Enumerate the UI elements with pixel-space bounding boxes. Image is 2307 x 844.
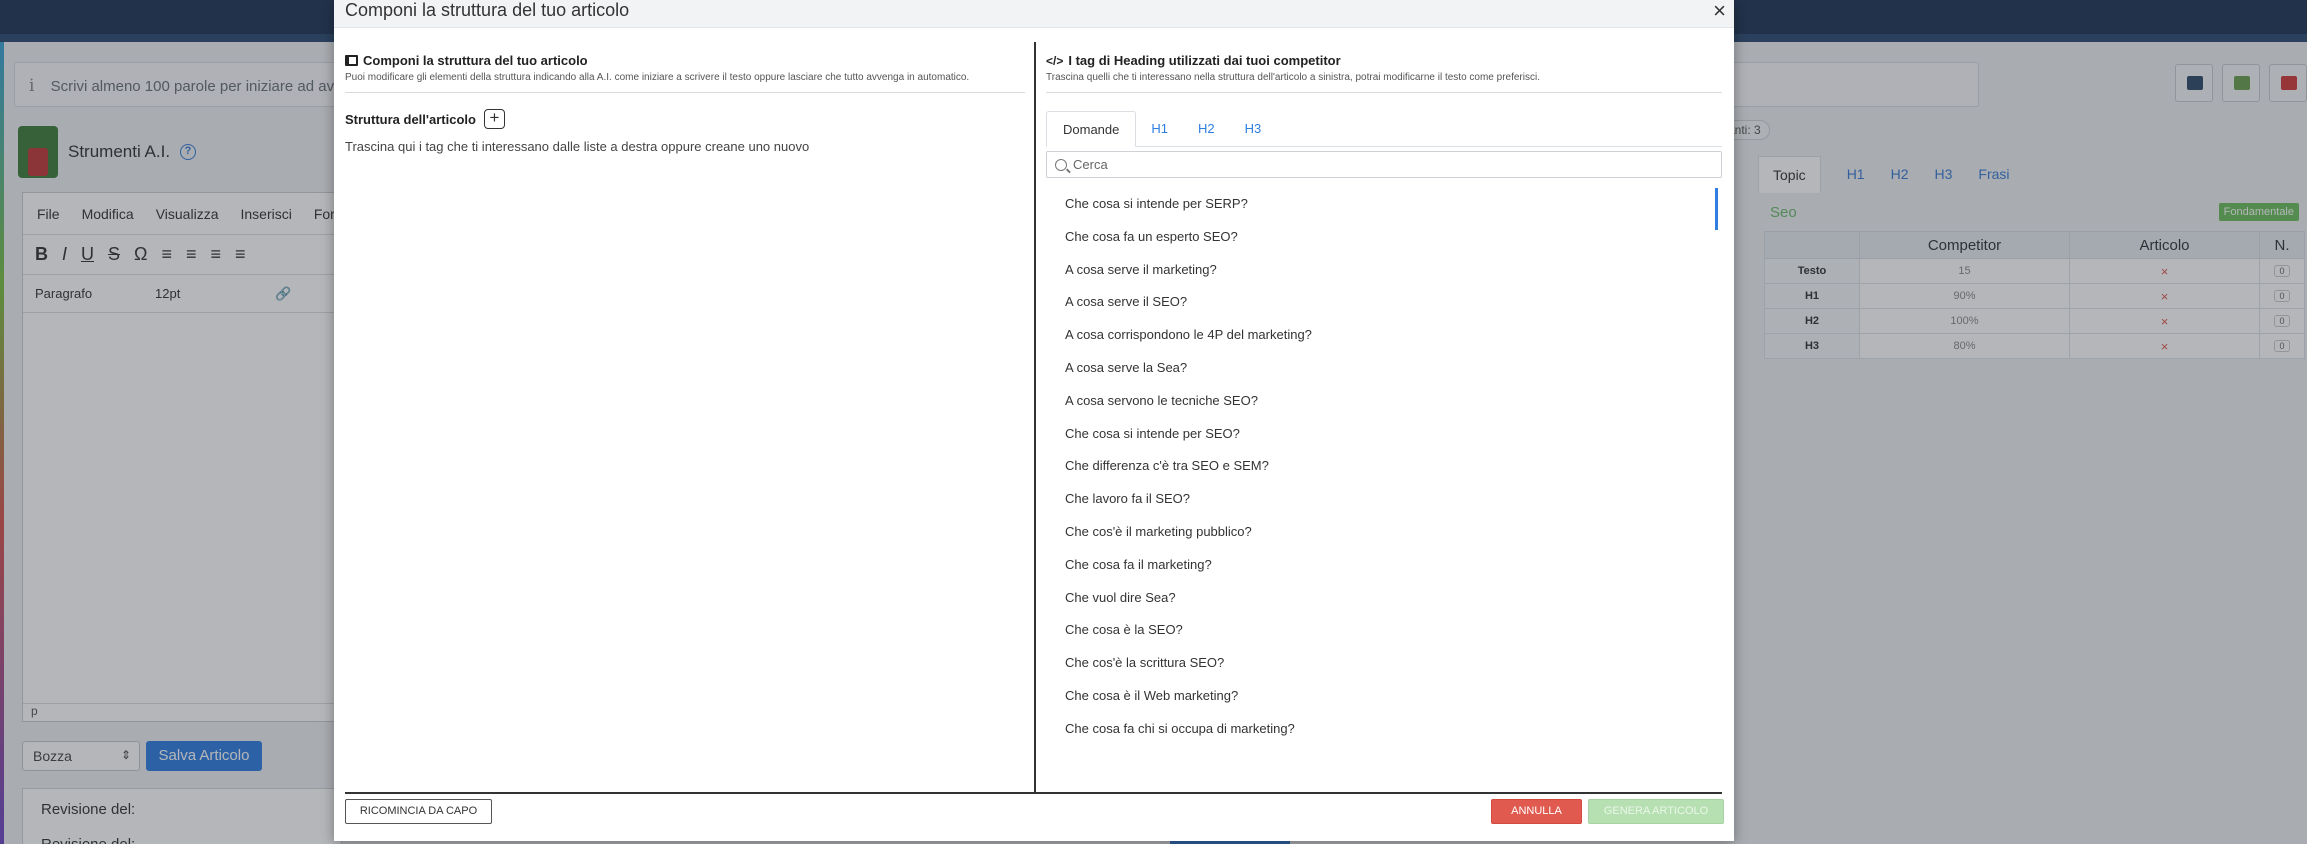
add-heading-button[interactable]: + [483, 109, 505, 129]
structure-subheading: Puoi modificare gli elementi della strut… [345, 72, 1025, 93]
tab-h1[interactable]: H1 [1136, 111, 1183, 146]
list-item[interactable]: Che cos'è il marketing pubblico? [1046, 516, 1722, 549]
list-item[interactable]: Che cosa si intende per SERP? [1046, 188, 1722, 221]
modal-header: Componi la struttura del tuo articolo × [334, 0, 1734, 28]
cancel-button[interactable]: ANNULLA [1491, 799, 1582, 824]
list-item[interactable]: Che cosa è il Web marketing? [1046, 680, 1722, 713]
tab-h2[interactable]: H2 [1183, 111, 1230, 146]
structure-heading: Componi la struttura del tuo articolo [345, 53, 1025, 68]
scrollbar-thumb[interactable] [1715, 188, 1718, 230]
competitor-heading-text: I tag di Heading utilizzati dai tuoi com… [1068, 53, 1341, 68]
drop-zone-hint[interactable]: Trascina qui i tag che ti interessano da… [345, 139, 1025, 154]
structure-icon [345, 55, 358, 66]
competitor-headings-column: </> I tag di Heading utilizzati dai tuoi… [1046, 53, 1722, 743]
list-item[interactable]: A cosa servono le tecniche SEO? [1046, 385, 1722, 418]
search-icon [1055, 158, 1067, 171]
list-item[interactable]: Che cos'è la scrittura SEO? [1046, 647, 1722, 680]
list-item[interactable]: A cosa serve la Sea? [1046, 352, 1722, 385]
structure-column: Componi la struttura del tuo articolo Pu… [345, 53, 1025, 154]
list-item[interactable]: Che vuol dire Sea? [1046, 582, 1722, 615]
code-icon: </> [1046, 53, 1064, 68]
search-input[interactable] [1073, 157, 1673, 172]
column-divider [1034, 42, 1036, 794]
list-item[interactable]: Che cosa fa il marketing? [1046, 549, 1722, 582]
list-item[interactable]: Che differenza c'è tra SEO e SEM? [1046, 450, 1722, 483]
footer-divider [345, 792, 1722, 794]
structure-heading-text: Componi la struttura del tuo articolo [363, 53, 588, 68]
list-item[interactable]: A cosa serve il SEO? [1046, 286, 1722, 319]
tab-domande[interactable]: Domande [1046, 111, 1137, 147]
modal-title: Componi la struttura del tuo articolo [345, 0, 630, 20]
search-box [1046, 151, 1722, 178]
tab-h3[interactable]: H3 [1230, 111, 1277, 146]
list-item[interactable]: A cosa corrispondono le 4P del marketing… [1046, 319, 1722, 352]
competitor-subheading: Trascina quelli che ti interessano nella… [1046, 72, 1722, 93]
list-item[interactable]: A cosa serve il marketing? [1046, 254, 1722, 287]
list-item[interactable]: Che cosa fa chi si occupa di marketing? [1046, 713, 1722, 746]
competitor-heading: </> I tag di Heading utilizzati dai tuoi… [1046, 53, 1722, 68]
list-item[interactable]: Che cosa si intende per SEO? [1046, 418, 1722, 451]
article-structure-modal: Componi la struttura del tuo articolo × … [334, 0, 1734, 841]
list-item[interactable]: Che cosa è la SEO? [1046, 614, 1722, 647]
restart-button[interactable]: RICOMINCIA DA CAPO [345, 799, 492, 824]
structure-label: Struttura dell'articolo [345, 111, 476, 127]
list-item[interactable]: Che cosa fa un esperto SEO? [1046, 221, 1722, 254]
generate-article-button[interactable]: GENERA ARTICOLO [1588, 799, 1724, 824]
close-icon[interactable]: × [1713, 0, 1726, 24]
heading-tabs: Domande H1 H2 H3 [1046, 111, 1722, 147]
questions-list: Che cosa si intende per SERP? Che cosa f… [1046, 188, 1722, 743]
structure-label-row: Struttura dell'articolo + [345, 109, 1025, 129]
list-item[interactable]: Che lavoro fa il SEO? [1046, 483, 1722, 516]
